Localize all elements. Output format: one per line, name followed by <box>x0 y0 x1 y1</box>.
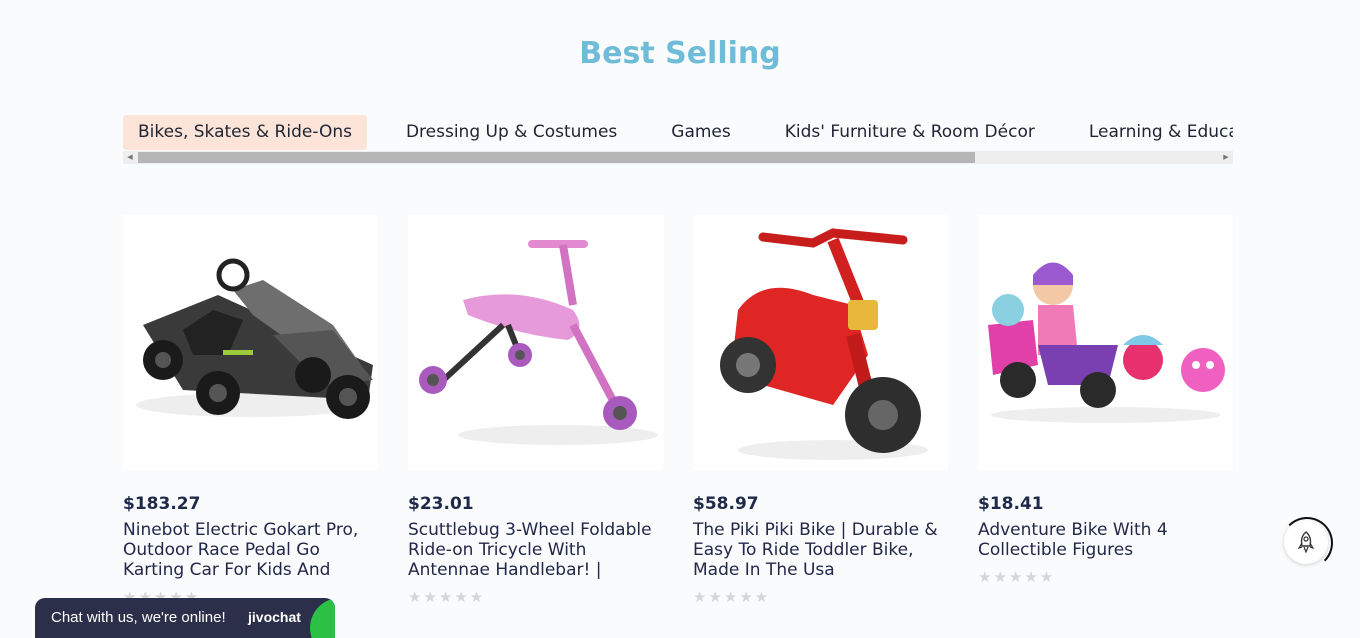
product-name[interactable]: Ninebot Electric Gokart Pro, Outdoor Rac… <box>123 520 378 580</box>
product-card[interactable]: $23.01 Scuttlebug 3-Wheel Foldable Ride-… <box>408 215 663 606</box>
scroll-right-arrow-icon[interactable]: ▶ <box>1219 151 1233 164</box>
figures-bike-image <box>988 262 1225 423</box>
product-price: $18.41 <box>978 494 1044 514</box>
product-card[interactable]: $18.41 Adventure Bike With 4 Collectible… <box>978 215 1233 586</box>
tricycle-image <box>419 240 658 445</box>
gokart-image <box>136 258 373 419</box>
scrollbar-thumb[interactable] <box>138 152 975 163</box>
chat-widget[interactable]: Chat with us, we're online! jivochat <box>35 598 335 638</box>
tab-dressing-up-costumes[interactable]: Dressing Up & Costumes <box>391 115 632 150</box>
product-image[interactable] <box>408 215 663 470</box>
chat-brand-logo: jivochat <box>248 609 301 625</box>
rating-stars: ★★★★★ <box>978 569 1056 586</box>
product-price: $58.97 <box>693 494 759 514</box>
product-image[interactable] <box>978 215 1233 470</box>
tab-games[interactable]: Games <box>656 115 745 150</box>
product-price: $23.01 <box>408 494 474 514</box>
product-name[interactable]: Scuttlebug 3-Wheel Foldable Ride-on Tric… <box>408 520 663 580</box>
product-image[interactable] <box>693 215 948 470</box>
rating-stars: ★★★★★ <box>693 589 771 606</box>
chat-status-circle <box>310 598 335 638</box>
tabs-scrollbar[interactable]: ◀ ▶ <box>123 151 1233 164</box>
chat-label[interactable]: Chat with us, we're online! <box>51 609 226 626</box>
tab-learning-education[interactable]: Learning & Education <box>1074 115 1233 150</box>
product-image[interactable] <box>123 215 378 470</box>
product-price: $183.27 <box>123 494 201 514</box>
scroll-to-top-button[interactable] <box>1281 517 1333 569</box>
progress-ring <box>1281 517 1333 569</box>
red-bike-image <box>720 228 928 460</box>
tab-kids-furniture-room-decor[interactable]: Kids' Furniture & Room Décor <box>770 115 1050 150</box>
product-card[interactable]: $183.27 Ninebot Electric Gokart Pro, Out… <box>123 215 378 606</box>
product-card[interactable]: $58.97 The Piki Piki Bike | Durable & Ea… <box>693 215 948 606</box>
tab-bikes-skates-ride-ons[interactable]: Bikes, Skates & Ride-Ons <box>123 115 367 150</box>
product-name[interactable]: Adventure Bike With 4 Collectible Figure… <box>978 520 1233 560</box>
scroll-left-arrow-icon[interactable]: ◀ <box>123 151 137 164</box>
page-title: Best Selling <box>579 36 781 71</box>
product-name[interactable]: The Piki Piki Bike | Durable & Easy To R… <box>693 520 948 580</box>
category-tabs: Bikes, Skates & Ride-Ons Dressing Up & C… <box>123 115 1233 150</box>
rating-stars: ★★★★★ <box>408 589 486 606</box>
